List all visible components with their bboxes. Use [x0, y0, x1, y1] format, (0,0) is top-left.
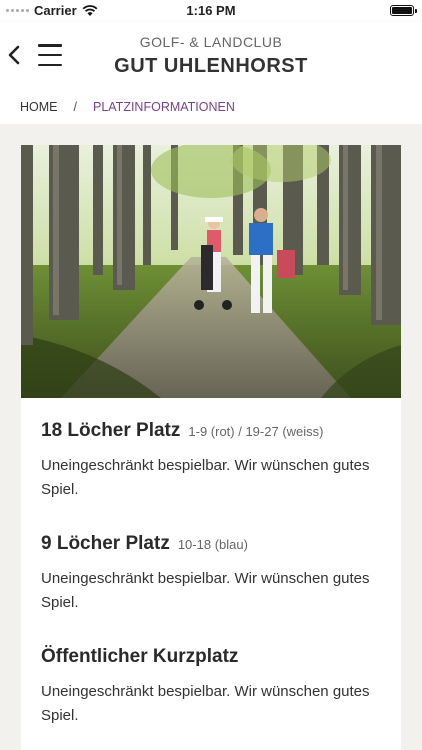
- golf-course-photo: [21, 145, 401, 398]
- course-9-holes: 9 Löcher Platz 10-18 (blau) Uneingeschrä…: [41, 533, 381, 615]
- app-header: GOLF- & LANDCLUB GUT UHLENHORST: [0, 22, 422, 92]
- course-name: 9 Löcher Platz: [41, 533, 170, 554]
- course-status: Uneingeschränkt bespielbar. Wir wünschen…: [41, 457, 370, 498]
- breadcrumb-separator: /: [73, 100, 77, 114]
- course-18-holes: 18 Löcher Platz 1-9 (rot) / 19-27 (weiss…: [41, 420, 381, 502]
- course-holes: 10-18 (blau): [177, 537, 248, 552]
- battery-icon: [390, 5, 417, 16]
- course-info-card: 18 Löcher Platz 1-9 (rot) / 19-27 (weiss…: [21, 145, 401, 750]
- club-subtitle: GOLF- & LANDCLUB: [139, 34, 283, 50]
- clock: 1:16 PM: [186, 3, 236, 18]
- club-title: GUT UHLENHORST: [114, 55, 308, 77]
- breadcrumb-home-link[interactable]: HOME: [20, 100, 58, 114]
- breadcrumb: HOME / PLATZINFORMATIONEN: [20, 100, 235, 114]
- status-bar: Carrier 1:16 PM: [0, 0, 422, 22]
- course-status: Uneingeschränkt bespielbar. Wir wünschen…: [41, 570, 370, 611]
- course-status: Uneingeschränkt bespielbar. Wir wünschen…: [41, 683, 370, 724]
- course-name: 18 Löcher Platz: [41, 420, 181, 441]
- course-public-short: Öffentlicher Kurzplatz Uneingeschränkt b…: [41, 646, 381, 728]
- course-name: Öffentlicher Kurzplatz: [41, 646, 239, 667]
- breadcrumb-current: PLATZINFORMATIONEN: [92, 100, 235, 114]
- course-holes: 1-9 (rot) / 19-27 (weiss): [188, 424, 324, 439]
